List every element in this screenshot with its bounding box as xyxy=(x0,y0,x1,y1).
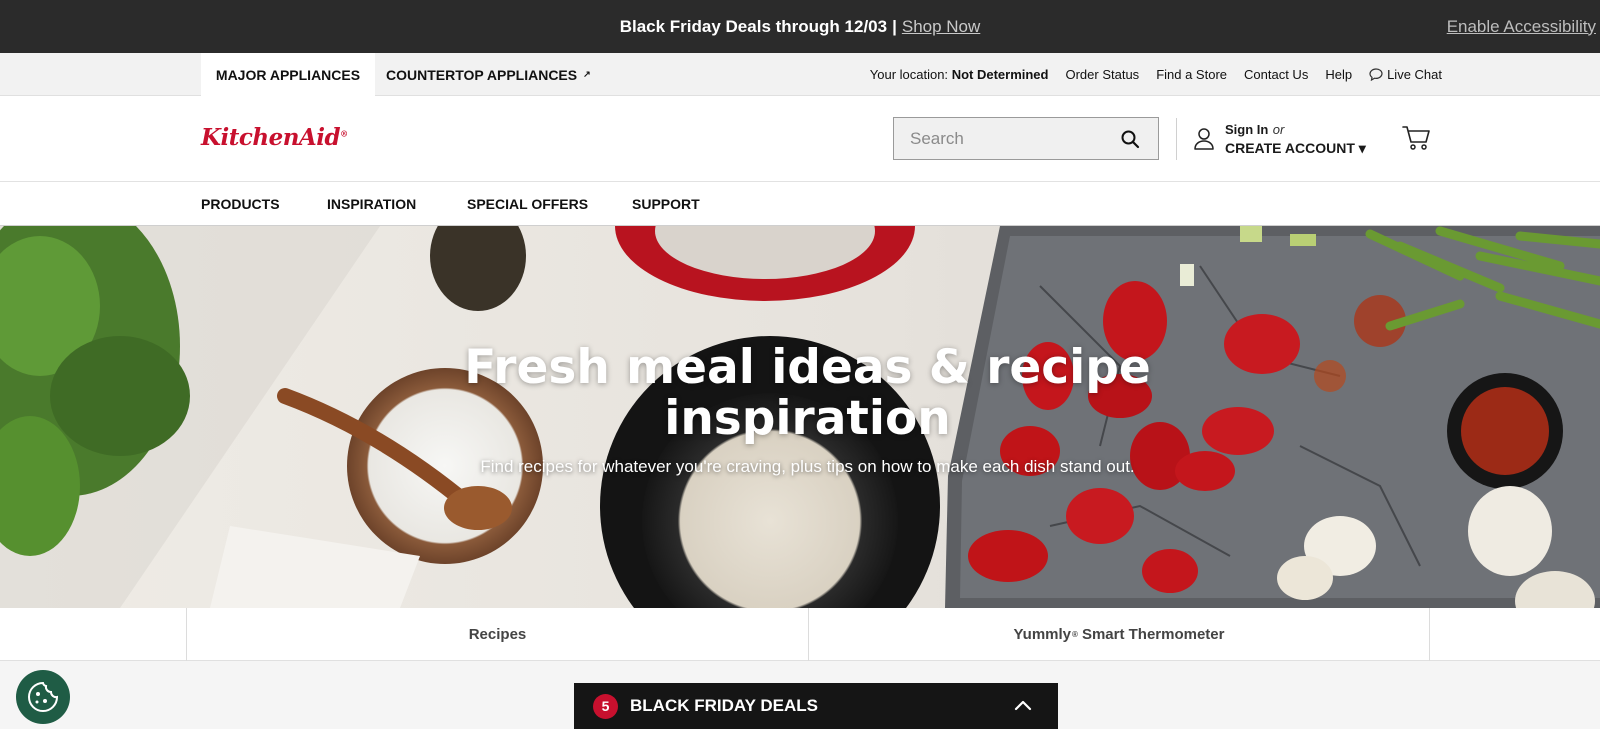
account-menu[interactable]: Sign In or CREATE ACCOUNT ▾ xyxy=(1193,118,1366,160)
tab-countertop-appliances[interactable]: COUNTERTOP APPLIANCES ↗ xyxy=(386,53,591,96)
main-navigation: PRODUCTS INSPIRATION SPECIAL OFFERS SUPP… xyxy=(0,182,1600,226)
promo-separator: | xyxy=(892,16,897,36)
black-friday-deals-panel[interactable]: 5 BLACK FRIDAY DEALS xyxy=(574,683,1058,729)
location-indicator[interactable]: Your location: Not Determined xyxy=(870,67,1049,82)
chat-bubble-icon xyxy=(1369,68,1383,81)
thermometer-product: Smart Thermometer xyxy=(1081,626,1225,643)
nav-support[interactable]: SUPPORT xyxy=(632,182,700,226)
tab-countertop-appliances-label: COUNTERTOP APPLIANCES xyxy=(386,66,578,83)
search-box xyxy=(893,117,1159,160)
shop-now-link[interactable]: Shop Now xyxy=(902,17,980,37)
nav-products[interactable]: PRODUCTS xyxy=(201,182,280,226)
chevron-up-icon[interactable] xyxy=(1014,698,1032,712)
sign-in-link[interactable]: Sign In xyxy=(1225,122,1268,137)
cart-icon[interactable] xyxy=(1402,124,1432,152)
tab-smart-thermometer[interactable]: Yummly ® Smart Thermometer xyxy=(808,608,1430,661)
order-status-link[interactable]: Order Status xyxy=(1065,67,1139,82)
thermometer-brand: Yummly xyxy=(1013,626,1072,643)
promo-message-row: Black Friday Deals through 12/03 | Shop … xyxy=(0,0,1600,53)
promo-bar: Black Friday Deals through 12/03 | Shop … xyxy=(0,0,1600,53)
create-account-link[interactable]: CREATE ACCOUNT ▾ xyxy=(1225,139,1366,157)
external-arrow-icon: ↗ xyxy=(583,69,591,79)
search-icon[interactable] xyxy=(1120,129,1140,149)
tab-major-appliances-label: MAJOR APPLIANCES xyxy=(215,66,361,83)
account-text: Sign In or CREATE ACCOUNT ▾ xyxy=(1225,121,1366,157)
nav-special-offers[interactable]: SPECIAL OFFERS xyxy=(467,182,588,226)
search-input[interactable] xyxy=(894,128,1104,149)
enable-accessibility-link[interactable]: Enable Accessibility xyxy=(1447,0,1596,53)
logo-registered-mark: ® xyxy=(340,128,348,139)
kitchenaid-logo[interactable]: KitchenAid® xyxy=(201,124,348,151)
deals-count-badge: 5 xyxy=(593,693,618,719)
nav-inspiration[interactable]: INSPIRATION xyxy=(327,182,416,226)
hero-banner: Fresh meal ideas & recipe inspiration Fi… xyxy=(0,226,1600,608)
tab-recipes-label: Recipes xyxy=(468,626,527,643)
user-icon xyxy=(1194,128,1214,150)
hero-title: Fresh meal ideas & recipe inspiration xyxy=(464,340,1151,446)
hero-subtitle: Find recipes for whatever you're craving… xyxy=(480,457,1135,476)
site-header: KitchenAid® Sign In or CREATE ACCOUNT ▾ xyxy=(0,96,1600,182)
thermometer-registered-mark: ® xyxy=(1072,630,1078,639)
live-chat-label: Live Chat xyxy=(1387,67,1442,82)
help-link[interactable]: Help xyxy=(1325,67,1352,82)
promo-message: Black Friday Deals through 12/03 xyxy=(619,16,888,36)
cookie-settings-button[interactable] xyxy=(16,670,70,724)
live-chat-link[interactable]: Live Chat xyxy=(1369,67,1442,82)
logo-text: KitchenAid xyxy=(201,124,341,151)
location-label: Your location: xyxy=(869,67,949,82)
location-value: Not Determined xyxy=(951,67,1049,82)
inspiration-subnav: Recipes Yummly ® Smart Thermometer xyxy=(0,608,1600,661)
utility-bar: MAJOR APPLIANCES COUNTERTOP APPLIANCES ↗… xyxy=(0,53,1600,96)
tab-recipes[interactable]: Recipes xyxy=(186,608,808,661)
utility-links: Your location: Not Determined Order Stat… xyxy=(853,53,1442,96)
cookie-icon xyxy=(28,681,59,712)
deals-panel-label: BLACK FRIDAY DEALS xyxy=(630,696,818,715)
contact-us-link[interactable]: Contact Us xyxy=(1244,67,1308,82)
tab-major-appliances[interactable]: MAJOR APPLIANCES xyxy=(201,53,375,96)
find-store-link[interactable]: Find a Store xyxy=(1156,67,1227,82)
or-text: or xyxy=(1272,122,1285,137)
header-divider xyxy=(1176,118,1177,160)
